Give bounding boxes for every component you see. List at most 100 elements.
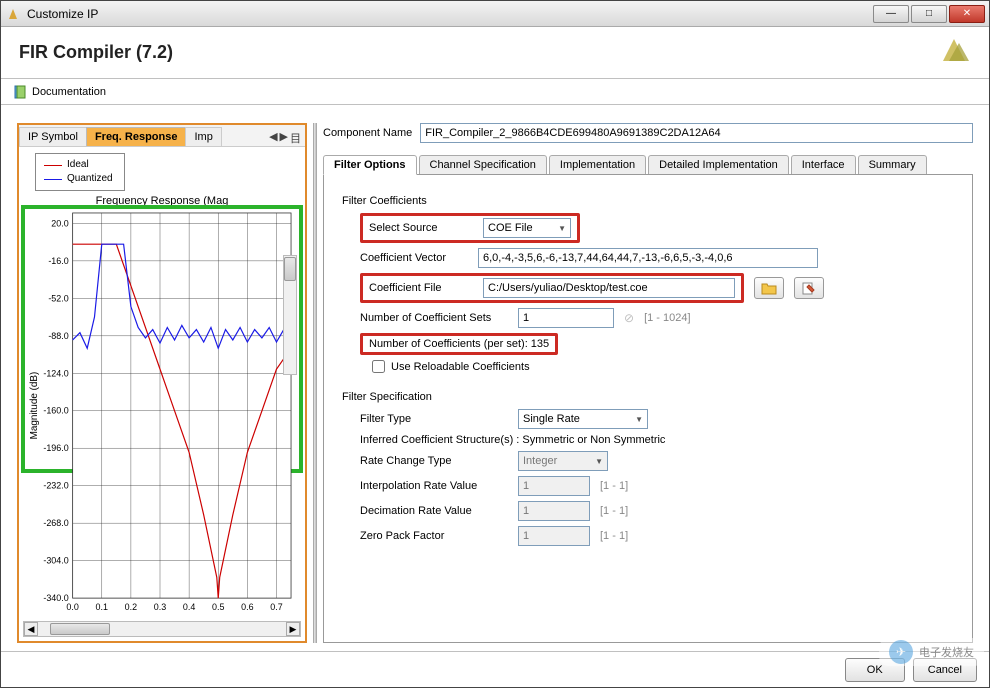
tab-filter-options[interactable]: Filter Options	[323, 155, 417, 175]
preview-pane: IP Symbol Freq. Response Imp ◀ ▶ 目 Ideal…	[17, 123, 307, 643]
legend-ideal: Ideal	[67, 158, 89, 172]
chevron-down-icon: ▼	[595, 457, 603, 466]
svg-text:-88.0: -88.0	[48, 331, 68, 341]
rate-change-type-dropdown: Integer▼	[518, 451, 608, 471]
num-coeff-sets-input[interactable]	[518, 308, 614, 328]
app-icon	[5, 6, 21, 22]
component-name-label: Component Name	[323, 127, 412, 139]
svg-text:0.3: 0.3	[154, 602, 166, 612]
chart-title: Frequency Response (Mag	[23, 195, 301, 207]
svg-text:-304.0: -304.0	[43, 556, 68, 566]
svg-text:-268.0: -268.0	[43, 518, 68, 528]
svg-text:-124.0: -124.0	[43, 368, 68, 378]
zero-pack-factor-range: [1 - 1]	[600, 530, 628, 542]
documentation-icon	[13, 85, 27, 99]
svg-text:-160.0: -160.0	[43, 406, 68, 416]
chevron-down-icon: ▼	[635, 415, 643, 424]
vendor-logo-icon	[937, 33, 971, 72]
scrollbar-thumb[interactable]	[284, 257, 296, 281]
window-titlebar: Customize IP — □ ✕	[1, 1, 989, 27]
decimation-rate-label: Decimation Rate Value	[360, 505, 508, 517]
tab-nav-prev-icon[interactable]: ◀	[269, 130, 277, 146]
filter-type-dropdown[interactable]: Single Rate▼	[518, 409, 648, 429]
coefficient-file-input[interactable]	[483, 278, 735, 298]
scroll-right-icon[interactable]: ▶	[286, 622, 300, 636]
chevron-down-icon: ▼	[558, 224, 566, 233]
num-coeff-sets-range: [1 - 1024]	[644, 312, 690, 324]
folder-open-icon	[761, 281, 777, 295]
reloadable-coefficients-checkbox[interactable]	[372, 360, 385, 373]
highlight-box-coefficient-file: Coefficient File	[360, 273, 744, 303]
num-coeff-per-set-label: Number of Coefficients (per set): 135	[369, 338, 549, 350]
ok-button[interactable]: OK	[845, 658, 905, 682]
tab-summary[interactable]: Summary	[858, 155, 927, 174]
svg-text:0.0: 0.0	[66, 602, 78, 612]
window-title: Customize IP	[27, 7, 873, 21]
reloadable-coefficients-label: Use Reloadable Coefficients	[391, 361, 530, 373]
chart-horizontal-scrollbar[interactable]: ◀ ▶	[23, 621, 301, 637]
dialog-footer: OK Cancel	[1, 651, 989, 687]
tab-implementation[interactable]: Imp	[185, 127, 221, 146]
window-maximize-button[interactable]: □	[911, 5, 947, 23]
chart-legend: Ideal Quantized	[35, 153, 125, 191]
window-close-button[interactable]: ✕	[949, 5, 985, 23]
documentation-label: Documentation	[32, 86, 106, 98]
svg-text:0.4: 0.4	[183, 602, 195, 612]
config-tabstrip: Filter Options Channel Specification Imp…	[323, 153, 973, 175]
svg-text:-196.0: -196.0	[43, 443, 68, 453]
rate-change-type-label: Rate Change Type	[360, 455, 508, 467]
svg-text:0.2: 0.2	[125, 602, 137, 612]
coefficient-file-label: Coefficient File	[369, 282, 469, 294]
svg-text:Magnitude (dB): Magnitude (dB)	[29, 372, 40, 440]
svg-text:-232.0: -232.0	[43, 481, 68, 491]
chart-plot: 20.0 -16.0 -52.0 -88.0 -124.0 -160.0 -196.0 -23…	[25, 209, 299, 613]
pane-splitter[interactable]	[313, 123, 317, 643]
tab-freq-response[interactable]: Freq. Response	[86, 127, 187, 146]
interpolation-rate-range: [1 - 1]	[600, 480, 628, 492]
svg-text:20.0: 20.0	[51, 218, 68, 228]
svg-text:0.6: 0.6	[241, 602, 253, 612]
tab-nav-menu-icon[interactable]: 目	[290, 130, 301, 146]
coefficient-vector-input[interactable]	[478, 248, 818, 268]
tab-channel-specification[interactable]: Channel Specification	[419, 155, 547, 174]
scroll-left-icon[interactable]: ◀	[24, 622, 38, 636]
svg-text:-340.0: -340.0	[43, 593, 68, 603]
chart-vertical-scrollbar[interactable]	[283, 255, 297, 375]
decimation-rate-input	[518, 501, 590, 521]
filter-coefficients-title: Filter Coefficients	[342, 195, 954, 207]
filter-type-label: Filter Type	[360, 413, 508, 425]
svg-text:-16.0: -16.0	[48, 256, 68, 266]
num-coeff-sets-label: Number of Coefficient Sets	[360, 312, 508, 324]
tab-ip-symbol[interactable]: IP Symbol	[19, 127, 87, 146]
inferred-structure-label: Inferred Coefficient Structure(s) : Symm…	[360, 434, 665, 446]
tab-nav-next-icon[interactable]: ▶	[280, 130, 288, 146]
interpolation-rate-label: Interpolation Rate Value	[360, 480, 508, 492]
component-name-input[interactable]	[420, 123, 973, 143]
tab-interface[interactable]: Interface	[791, 155, 856, 174]
header: FIR Compiler (7.2)	[1, 27, 989, 79]
filter-specification-title: Filter Specification	[342, 391, 954, 403]
svg-text:-52.0: -52.0	[48, 293, 68, 303]
svg-text:0.7: 0.7	[270, 602, 282, 612]
edit-icon	[801, 281, 817, 295]
svg-text:0.5: 0.5	[212, 602, 224, 612]
clear-icon[interactable]: ⊘	[624, 311, 634, 325]
svg-text:0.1: 0.1	[96, 602, 108, 612]
highlight-box-num-per-set: Number of Coefficients (per set): 135	[360, 333, 558, 355]
page-title: FIR Compiler (7.2)	[19, 42, 173, 63]
browse-file-button[interactable]	[754, 277, 784, 299]
documentation-bar[interactable]: Documentation	[1, 79, 989, 105]
zero-pack-factor-label: Zero Pack Factor	[360, 530, 508, 542]
select-source-label: Select Source	[369, 222, 469, 234]
interpolation-rate-input	[518, 476, 590, 496]
scrollbar-thumb[interactable]	[50, 623, 110, 635]
tab-implementation-config[interactable]: Implementation	[549, 155, 646, 174]
window-minimize-button[interactable]: —	[873, 5, 909, 23]
select-source-dropdown[interactable]: COE File▼	[483, 218, 571, 238]
cancel-button[interactable]: Cancel	[913, 658, 977, 682]
highlight-box-select-source: Select Source COE File▼	[360, 213, 580, 243]
decimation-rate-range: [1 - 1]	[600, 505, 628, 517]
edit-file-button[interactable]	[794, 277, 824, 299]
zero-pack-factor-input	[518, 526, 590, 546]
tab-detailed-implementation[interactable]: Detailed Implementation	[648, 155, 789, 174]
